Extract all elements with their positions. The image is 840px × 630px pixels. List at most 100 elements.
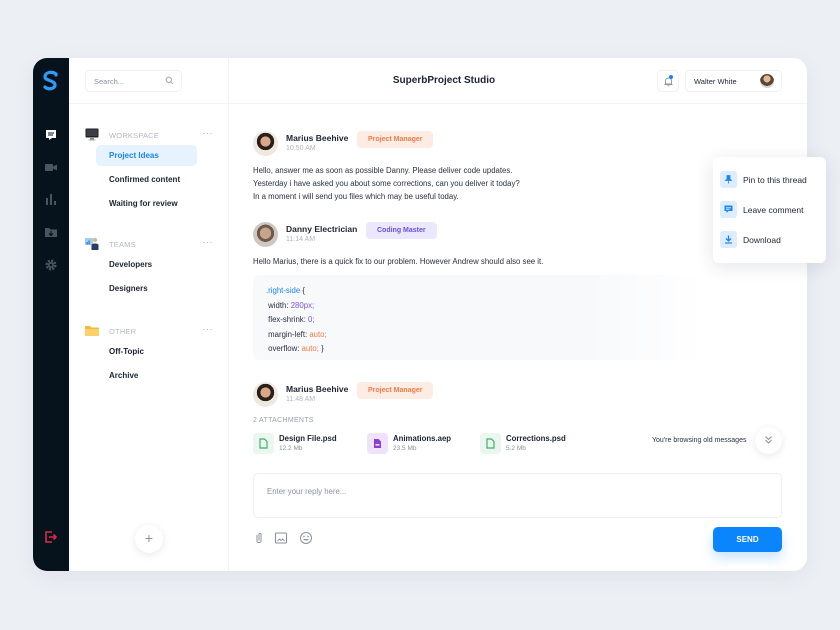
chat-icon[interactable]	[44, 128, 58, 142]
code-brace: {	[300, 286, 306, 295]
message-author: Marius Beehive	[286, 133, 349, 143]
attachment-name: Corrections.psd	[506, 434, 566, 443]
video-icon[interactable]	[44, 160, 58, 174]
header: SuperbProject Studio Walter White	[229, 58, 807, 104]
attachment[interactable]: Animations.aep 23.5 Mb	[367, 433, 467, 455]
sidebar-item-confirmed-content[interactable]: Confirmed content	[96, 169, 197, 190]
message-time: 11:48 AM	[286, 396, 316, 403]
code-value: 280px	[290, 300, 312, 310]
group-teams: TEAMS ··· Developers Designers	[85, 237, 215, 299]
reply-input[interactable]: Enter your reply here...	[253, 473, 782, 518]
message-context-menu: Pin to this thread Leave comment Downloa…	[713, 157, 826, 263]
sidebar-item-developers[interactable]: Developers	[96, 254, 197, 275]
folder-icon	[85, 326, 99, 336]
browsing-notice: You're browsing old messages	[652, 437, 747, 444]
role-badge: Project Manager	[357, 382, 434, 399]
attachment[interactable]: Design File.psd 12.2 Mb	[253, 433, 353, 455]
message-time: 11:14 AM	[286, 236, 316, 243]
attachment-size: 12.2 Mb	[279, 445, 303, 452]
message: Marius Beehive 11:48 AM Project Manager	[253, 382, 713, 410]
unread-dot	[669, 75, 673, 79]
app-logo-icon	[43, 70, 58, 91]
download-icon	[720, 231, 737, 248]
code-brace: }	[318, 344, 324, 353]
code-semicolon: ;	[324, 329, 327, 339]
avatar	[253, 131, 278, 156]
menu-item-download[interactable]: Download	[720, 231, 824, 249]
message-time: 10:50 AM	[286, 145, 316, 152]
group-label: TEAMS	[109, 240, 136, 249]
sidebar-item-project-ideas[interactable]: Project Ideas	[96, 145, 197, 166]
app-window: Search... WORKSPACE ··· Project Ideas Co…	[33, 58, 807, 571]
code-selector: .right-side	[266, 286, 301, 295]
attachment-name: Animations.aep	[393, 434, 452, 443]
file-icon	[367, 433, 388, 454]
gear-icon[interactable]	[44, 258, 58, 272]
message: Danny Electrician 11:14 AM Coding Master…	[253, 222, 713, 272]
menu-item-label: Leave comment	[743, 205, 804, 215]
code-prop: margin-left:	[268, 329, 310, 339]
logout-icon[interactable]	[44, 530, 58, 544]
file-icon	[253, 433, 274, 454]
code-semicolon: ;	[312, 315, 315, 324]
message-author: Danny Electrician	[286, 224, 358, 234]
folder-download-icon[interactable]	[44, 225, 58, 239]
attachment-size: 23.5 Mb	[393, 445, 417, 452]
pin-icon	[720, 171, 737, 188]
sidebar-item-designers[interactable]: Designers	[96, 278, 197, 299]
message: Marius Beehive 10:50 AM Project Manager …	[253, 131, 713, 201]
sidebar-item-waiting-for-review[interactable]: Waiting for review	[96, 193, 197, 214]
message-line: In a moment i will send you files which …	[253, 192, 459, 201]
file-icon	[480, 433, 501, 454]
sidebar-item-archive[interactable]: Archive	[96, 365, 197, 386]
user-menu-button[interactable]: Walter White	[685, 70, 782, 92]
reply-placeholder: Enter your reply here...	[267, 487, 347, 496]
attachment-size: 5.2 Mb	[506, 445, 526, 452]
code-value: auto	[301, 344, 317, 353]
monitor-icon	[85, 128, 99, 141]
icon-rail	[33, 58, 69, 571]
image-icon[interactable]	[274, 531, 288, 545]
message-line: Hello Marius, there is a quick fix to ou…	[253, 257, 544, 266]
group-workspace: WORKSPACE ··· Project Ideas Confirmed co…	[85, 128, 215, 214]
emoji-icon[interactable]	[299, 531, 313, 545]
team-presenter-icon	[85, 237, 99, 250]
group-label: OTHER	[109, 327, 137, 336]
sidebar-item-off-topic[interactable]: Off-Topic	[96, 341, 197, 362]
code-semicolon: ;	[311, 300, 315, 310]
attachments-label: 2 ATTACHMENTS	[253, 417, 314, 424]
search-placeholder: Search...	[94, 77, 125, 86]
more-options-icon[interactable]: ···	[203, 324, 214, 334]
add-channel-button[interactable]: +	[135, 525, 163, 553]
attachment[interactable]: Corrections.psd 5.2 Mb	[480, 433, 580, 455]
group-other: OTHER ··· Off-Topic Archive	[85, 324, 215, 386]
search-icon[interactable]	[165, 76, 174, 85]
channel-sidebar: Search... WORKSPACE ··· Project Ideas Co…	[69, 58, 229, 571]
scroll-to-latest-button[interactable]	[755, 427, 782, 454]
message-line: Yesterday i have asked you about some co…	[253, 179, 520, 188]
attachment-name: Design File.psd	[279, 434, 337, 443]
message-line: Hello, answer me as soon as possible Dan…	[253, 166, 513, 175]
message-author: Marius Beehive	[286, 384, 349, 394]
role-badge: Project Manager	[357, 131, 434, 148]
more-options-icon[interactable]: ···	[203, 128, 214, 138]
sidebar-divider	[69, 103, 229, 104]
send-button[interactable]: SEND	[713, 527, 782, 552]
avatar	[253, 382, 278, 407]
chevrons-down-icon	[765, 436, 772, 444]
more-options-icon[interactable]: ···	[203, 237, 214, 247]
search-input[interactable]: Search...	[85, 70, 182, 92]
avatar	[253, 222, 278, 247]
bar-chart-icon[interactable]	[44, 192, 58, 206]
menu-item-pin[interactable]: Pin to this thread	[720, 171, 824, 189]
role-badge: Coding Master	[366, 222, 437, 239]
group-label: WORKSPACE	[109, 131, 160, 140]
menu-item-label: Download	[743, 235, 781, 245]
page-title: SuperbProject Studio	[392, 75, 496, 86]
paperclip-icon[interactable]	[252, 531, 266, 545]
code-prop: width:	[268, 300, 291, 310]
code-value: auto	[309, 329, 325, 339]
notifications-button[interactable]	[657, 70, 679, 92]
menu-item-comment[interactable]: Leave comment	[720, 201, 824, 219]
comment-icon	[720, 201, 737, 218]
